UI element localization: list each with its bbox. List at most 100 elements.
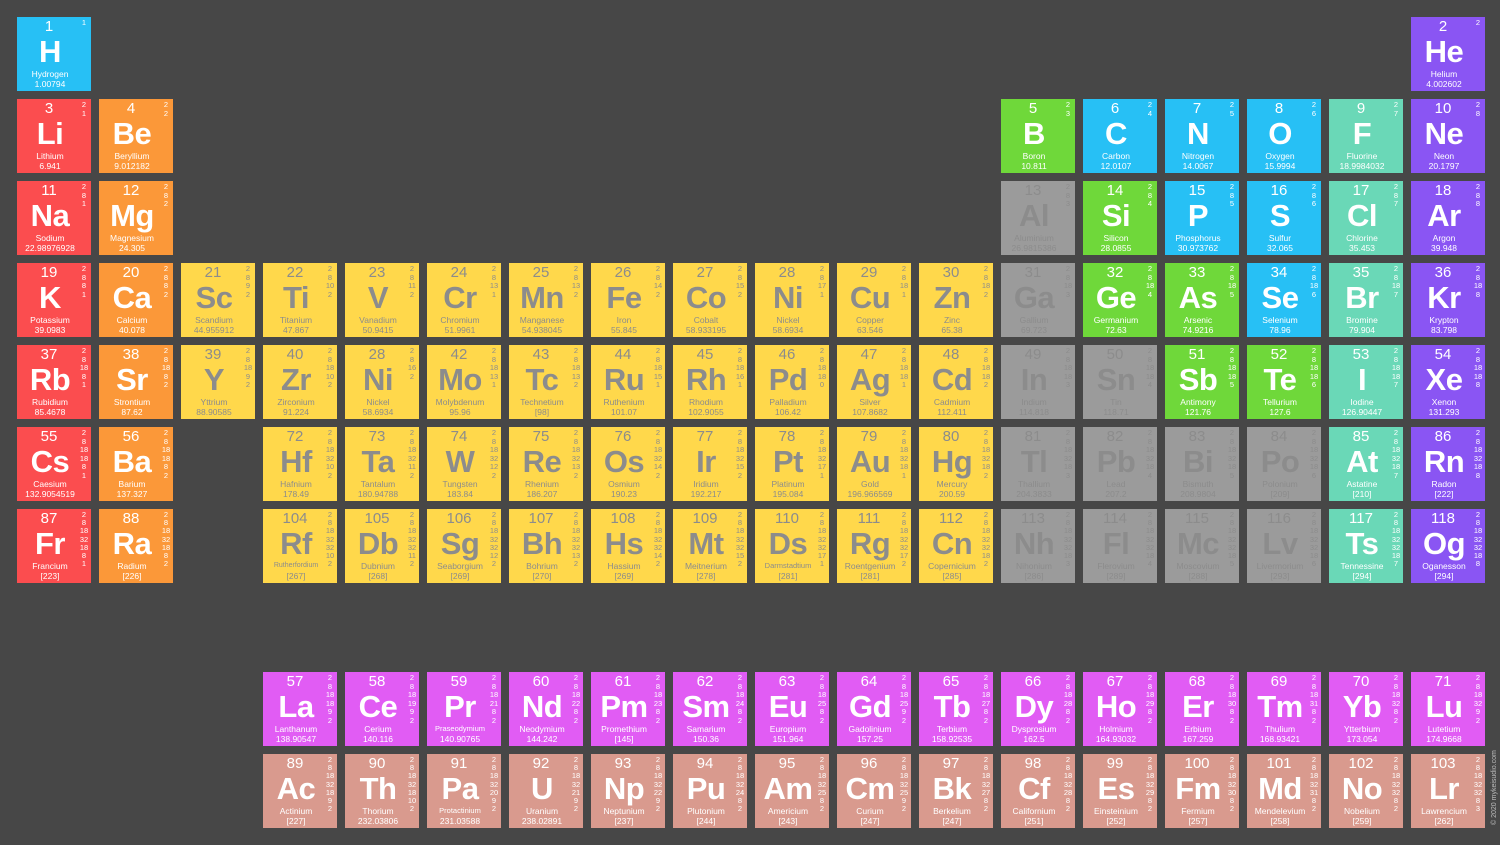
element-tile-ra[interactable]: 88 Ra Radium [226] 2 8 18 32 18 8 2 [99, 509, 173, 583]
element-tile-rn[interactable]: 86 Rn Radon [222] 2 8 18 32 18 8 [1411, 427, 1485, 501]
element-tile-nh[interactable]: 113 Nh Nihonium [286] 2 8 18 32 32 18 3 [1001, 509, 1075, 583]
element-tile-re[interactable]: 75 Re Rhenium 186.207 2 8 18 32 13 2 [509, 427, 583, 501]
element-tile-s[interactable]: 16 S Sulfur 32.065 2 8 6 [1247, 181, 1321, 255]
element-tile-cm[interactable]: 96 Cm Curium [247] 2 8 18 32 25 9 2 [837, 754, 911, 828]
element-tile-pu[interactable]: 94 Pu Plutonium [244] 2 8 18 32 24 8 2 [673, 754, 747, 828]
element-tile-bi[interactable]: 83 Bi Bismuth 208.9804 2 8 18 32 18 5 [1165, 427, 1239, 501]
element-tile-cs[interactable]: 55 Cs Caesium 132.9054519 2 8 18 18 8 1 [17, 427, 91, 501]
element-tile-sm[interactable]: 62 Sm Samarium 150.36 2 8 18 24 8 2 [673, 672, 747, 746]
element-tile-gd[interactable]: 64 Gd Gadolinium 157.25 2 8 18 25 9 2 [837, 672, 911, 746]
element-tile-tc[interactable]: 43 Tc Technetium [98] 2 8 18 13 2 [509, 345, 583, 419]
element-tile-pt[interactable]: 78 Pt Platinum 195.084 2 8 18 32 17 1 [755, 427, 829, 501]
element-tile-mg[interactable]: 12 Mg Magnesium 24.305 2 8 2 [99, 181, 173, 255]
element-tile-te[interactable]: 52 Te Tellurium 127.6 2 8 18 18 6 [1247, 345, 1321, 419]
element-tile-rh[interactable]: 45 Rh Rhodium 102.9055 2 8 18 16 1 [673, 345, 747, 419]
element-tile-zn[interactable]: 30 Zn Zinc 65.38 2 8 18 2 [919, 263, 993, 337]
element-tile-li[interactable]: 3 Li Lithium 6.941 2 1 [17, 99, 91, 173]
element-tile-p[interactable]: 15 P Phosphorus 30.973762 2 8 5 [1165, 181, 1239, 255]
element-tile-la[interactable]: 57 La Lanthanum 138.90547 2 8 18 18 9 2 [263, 672, 337, 746]
element-tile-xe[interactable]: 54 Xe Xenon 131.293 2 8 18 18 8 [1411, 345, 1485, 419]
element-tile-sr[interactable]: 38 Sr Strontium 87.62 2 8 18 8 2 [99, 345, 173, 419]
element-tile-zr[interactable]: 40 Zr Zirconium 91.224 2 8 18 10 2 [263, 345, 337, 419]
element-tile-f[interactable]: 9 F Fluorine 18.9984032 2 7 [1329, 99, 1403, 173]
element-tile-mc[interactable]: 115 Mc Moscovium [288] 2 8 18 32 32 18 5 [1165, 509, 1239, 583]
element-tile-ir[interactable]: 77 Ir Iridium 192.217 2 8 18 32 15 2 [673, 427, 747, 501]
element-tile-pb[interactable]: 82 Pb Lead 207.2 2 8 18 32 18 4 [1083, 427, 1157, 501]
element-tile-db[interactable]: 105 Db Dubnium [268] 2 8 18 32 32 11 2 [345, 509, 419, 583]
element-tile-o[interactable]: 8 O Oxygen 15.9994 2 6 [1247, 99, 1321, 173]
element-tile-ru[interactable]: 44 Ru Ruthenium 101.07 2 8 18 15 1 [591, 345, 665, 419]
element-tile-he[interactable]: 2 He Helium 4.002602 2 [1411, 17, 1485, 91]
element-tile-y[interactable]: 39 Y Yttrium 88.90585 2 8 18 9 2 [181, 345, 255, 419]
element-tile-fm[interactable]: 100 Fm Fermium [257] 2 8 18 32 30 8 2 [1165, 754, 1239, 828]
element-tile-fr[interactable]: 87 Fr Francium [223] 2 8 18 32 18 8 1 [17, 509, 91, 583]
element-tile-sc[interactable]: 21 Sc Scandium 44.955912 2 8 9 2 [181, 263, 255, 337]
element-tile-hs[interactable]: 108 Hs Hassium [269] 2 8 18 32 32 14 2 [591, 509, 665, 583]
element-tile-ti[interactable]: 22 Ti Titanium 47.867 2 8 10 2 [263, 263, 337, 337]
element-tile-pa[interactable]: 91 Pa Protactinium 231.03588 2 8 18 32 20 9 2 [427, 754, 501, 828]
element-tile-th[interactable]: 90 Th Thorium 232.03806 2 8 18 32 18 10 2 [345, 754, 419, 828]
element-tile-mo[interactable]: 42 Mo Molybdenum 95.96 2 8 18 13 1 [427, 345, 501, 419]
element-tile-rg[interactable]: 111 Rg Roentgenium [281] 2 8 18 32 32 17 2 [837, 509, 911, 583]
element-tile-am[interactable]: 95 Am Americium [243] 2 8 18 32 25 8 2 [755, 754, 829, 828]
element-tile-ce[interactable]: 58 Ce Cerium 140.116 2 8 18 19 9 2 [345, 672, 419, 746]
element-tile-yb[interactable]: 70 Yb Ytterbium 173.054 2 8 18 32 8 2 [1329, 672, 1403, 746]
element-tile-hf[interactable]: 72 Hf Hafnium 178.49 2 8 18 32 10 2 [263, 427, 337, 501]
element-tile-kr[interactable]: 36 Kr Krypton 83.798 2 8 18 8 [1411, 263, 1485, 337]
element-tile-es[interactable]: 99 Es Einsteinium [252] 2 8 18 32 29 8 2 [1083, 754, 1157, 828]
element-tile-br[interactable]: 35 Br Bromine 79.904 2 8 18 7 [1329, 263, 1403, 337]
element-tile-cn[interactable]: 112 Cn Copernicium [285] 2 8 18 32 32 18 2 [919, 509, 993, 583]
element-tile-bk[interactable]: 97 Bk Berkelium [247] 2 8 18 32 27 8 2 [919, 754, 993, 828]
element-tile-lu[interactable]: 71 Lu Lutetium 174.9668 2 8 18 32 9 2 [1411, 672, 1485, 746]
element-tile-cd[interactable]: 48 Cd Cadmium 112.411 2 8 18 18 2 [919, 345, 993, 419]
element-tile-ta[interactable]: 73 Ta Tantalum 180.94788 2 8 18 32 11 2 [345, 427, 419, 501]
element-tile-ne[interactable]: 10 Ne Neon 20.1797 2 8 [1411, 99, 1485, 173]
element-tile-tm[interactable]: 69 Tm Thulium 168.93421 2 8 18 31 8 2 [1247, 672, 1321, 746]
element-tile-cu[interactable]: 29 Cu Copper 63.546 2 8 18 1 [837, 263, 911, 337]
element-tile-na[interactable]: 11 Na Sodium 22.98976928 2 8 1 [17, 181, 91, 255]
element-tile-ts[interactable]: 117 Ts Tennessine [294] 2 8 18 32 32 18 7 [1329, 509, 1403, 583]
element-tile-c[interactable]: 6 C Carbon 12.0107 2 4 [1083, 99, 1157, 173]
element-tile-os[interactable]: 76 Os Osmium 190.23 2 8 18 32 14 2 [591, 427, 665, 501]
element-tile-pd[interactable]: 46 Pd Palladium 106.42 2 8 18 18 0 [755, 345, 829, 419]
element-tile-b[interactable]: 5 B Boron 10.811 2 3 [1001, 99, 1075, 173]
element-tile-ar[interactable]: 18 Ar Argon 39.948 2 8 8 [1411, 181, 1485, 255]
element-tile-og[interactable]: 118 Og Oganesson [294] 2 8 18 32 32 18 8 [1411, 509, 1485, 583]
element-tile-hg[interactable]: 80 Hg Mercury 200.59 2 8 18 32 18 2 [919, 427, 993, 501]
element-tile-ca[interactable]: 20 Ca Calcium 40.078 2 8 8 2 [99, 263, 173, 337]
element-tile-eu[interactable]: 63 Eu Europium 151.964 2 8 18 25 8 2 [755, 672, 829, 746]
element-tile-sn[interactable]: 50 Sn Tin 118.71 2 8 18 18 4 [1083, 345, 1157, 419]
element-tile-at[interactable]: 85 At Astatine [210] 2 8 18 32 18 7 [1329, 427, 1403, 501]
element-tile-pr[interactable]: 59 Pr Praseodymium 140.90765 2 8 18 21 8 2 [427, 672, 501, 746]
element-tile-rf[interactable]: 104 Rf Rutherfordium [267] 2 8 18 32 32 10 2 [263, 509, 337, 583]
element-tile-in[interactable]: 49 In Indium 114.818 2 8 18 18 3 [1001, 345, 1075, 419]
element-tile-ho[interactable]: 67 Ho Holmium 164.93032 2 8 18 29 8 2 [1083, 672, 1157, 746]
element-tile-ba[interactable]: 56 Ba Barium 137.327 2 8 18 18 8 2 [99, 427, 173, 501]
element-tile-cf[interactable]: 98 Cf Californium [251] 2 8 18 32 28 8 2 [1001, 754, 1075, 828]
element-tile-h[interactable]: 1 H Hydrogen 1.00794 1 [17, 17, 91, 91]
element-tile-fe[interactable]: 26 Fe Iron 55.845 2 8 14 2 [591, 263, 665, 337]
element-tile-i[interactable]: 53 I Iodine 126.90447 2 8 18 18 7 [1329, 345, 1403, 419]
element-tile-u[interactable]: 92 U Uranium 238.02891 2 8 18 32 21 9 2 [509, 754, 583, 828]
element-tile-ga[interactable]: 31 Ga Gallium 69.723 2 8 18 3 [1001, 263, 1075, 337]
element-tile-se[interactable]: 34 Se Selenium 78.96 2 8 18 6 [1247, 263, 1321, 337]
element-tile-ge[interactable]: 32 Ge Germanium 72.63 2 8 18 4 [1083, 263, 1157, 337]
element-tile-lr[interactable]: 103 Lr Lawrencium [262] 2 8 18 32 32 8 3 [1411, 754, 1485, 828]
element-tile-v[interactable]: 23 V Vanadium 50.9415 2 8 11 2 [345, 263, 419, 337]
element-tile-lv[interactable]: 116 Lv Livermorium [293] 2 8 18 32 32 18 6 [1247, 509, 1321, 583]
element-tile-ni[interactable]: 28 Ni Nickel 58.6934 2 8 17 1 [755, 263, 829, 337]
element-tile-tl[interactable]: 81 Tl Thallium 204.3833 2 8 18 32 18 3 [1001, 427, 1075, 501]
element-tile-no[interactable]: 102 No Nobelium [259] 2 8 18 32 32 8 2 [1329, 754, 1403, 828]
element-tile-mn[interactable]: 25 Mn Manganese 54.938045 2 8 13 2 [509, 263, 583, 337]
element-tile-ni[interactable]: 28 Ni Nickel 58.6934 2 8 16 2 [345, 345, 419, 419]
element-tile-np[interactable]: 93 Np Neptunium [237] 2 8 18 32 22 9 2 [591, 754, 665, 828]
element-tile-co[interactable]: 27 Co Cobalt 58.933195 2 8 15 2 [673, 263, 747, 337]
element-tile-rb[interactable]: 37 Rb Rubidium 85.4678 2 8 18 8 1 [17, 345, 91, 419]
element-tile-er[interactable]: 68 Er Erbium 167.259 2 8 18 30 8 2 [1165, 672, 1239, 746]
element-tile-si[interactable]: 14 Si Silicon 28.0855 2 8 4 [1083, 181, 1157, 255]
element-tile-fl[interactable]: 114 Fl Flerovium [289] 2 8 18 32 32 18 4 [1083, 509, 1157, 583]
element-tile-nd[interactable]: 60 Nd Neodymium 144.242 2 8 18 22 8 2 [509, 672, 583, 746]
element-tile-mt[interactable]: 109 Mt Meitnerium [278] 2 8 18 32 32 15 2 [673, 509, 747, 583]
element-tile-bh[interactable]: 107 Bh Bohrium [270] 2 8 18 32 32 13 2 [509, 509, 583, 583]
element-tile-tb[interactable]: 65 Tb Terbium 158.92535 2 8 18 27 8 2 [919, 672, 993, 746]
